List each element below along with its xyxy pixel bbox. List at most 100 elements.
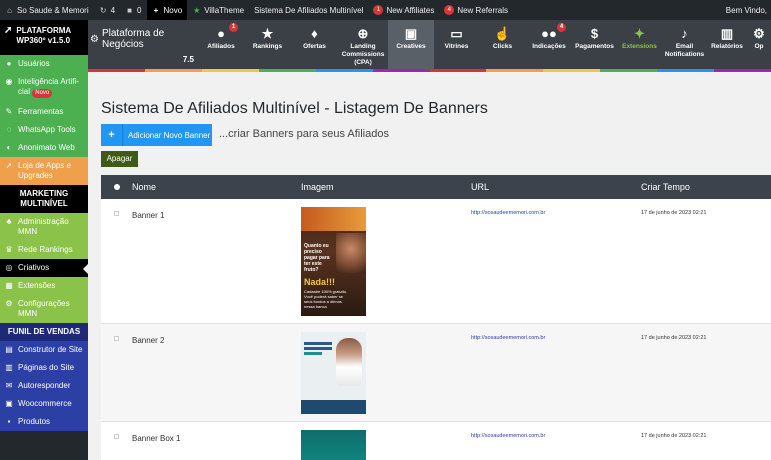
sidebar-item-woocommerce[interactable]: ▣ Woocommerce	[0, 395, 88, 413]
site-name: So Saude & Memori	[17, 5, 89, 15]
banner-name[interactable]: Banner 1	[132, 199, 301, 323]
column-header-name[interactable]: Nome	[132, 182, 301, 192]
add-banner-button[interactable]: + Adicionar Novo Banner	[101, 124, 212, 146]
org-icon: ♣	[6, 217, 12, 226]
sidebar-item-label: Construtor de Site	[18, 345, 83, 354]
column-header-url[interactable]: URL	[471, 182, 641, 192]
tab-label: Landing Commissions (CPA)	[341, 43, 385, 66]
network-link[interactable]: Sistema De Afiliados Multinível	[249, 0, 368, 20]
new-label: Novo	[163, 5, 183, 15]
column-header-time[interactable]: Criar Tempo	[641, 182, 771, 192]
banner-text: Nada!!!	[304, 277, 335, 287]
tab-label: Op	[754, 43, 764, 50]
trophy-icon: ♛	[5, 245, 13, 254]
sidebar-item-label: Autoresponder	[18, 381, 71, 390]
money-icon: $	[590, 26, 599, 41]
comments-count: 0	[137, 5, 142, 15]
woo-icon: ▣	[5, 399, 13, 408]
sidebar-item-label: Páginas do Site	[18, 363, 75, 372]
tab-relatorios[interactable]: ▥ Relatórios	[707, 20, 747, 69]
sidebar-item-paginas[interactable]: ▥ Páginas do Site	[0, 359, 88, 377]
banner-image[interactable]	[301, 332, 366, 414]
sidebar-item-label: WhatsApp Tools	[18, 125, 76, 134]
tab-label: Afiliados	[207, 43, 235, 50]
comments-link[interactable]: ■ 0	[120, 0, 146, 20]
platform-name: Plataforma de Negócios	[101, 28, 165, 50]
tab-vitrines[interactable]: ▭ Vitrines	[434, 20, 479, 69]
sidebar-item-rankings[interactable]: ♛ Rede Rankings	[0, 241, 88, 259]
updates-link[interactable]: ↻ 4	[94, 0, 120, 20]
banner-image[interactable]	[301, 430, 366, 460]
new-content-menu[interactable]: + Novo	[146, 0, 188, 20]
banner-name[interactable]: Banner 2	[132, 324, 301, 421]
tab-email-notifications[interactable]: ♪ Email Notifications	[662, 20, 707, 69]
sidebar-item-label: Extensões	[18, 281, 56, 290]
banner-name[interactable]: Banner Box 1	[132, 422, 301, 460]
tab-afiliados[interactable]: ● Afiliados 1	[198, 20, 244, 69]
new-affiliates-link[interactable]: 1 New Affiliates	[368, 0, 439, 20]
banner-image[interactable]: Quanto eu preciso pagar para ter este fr…	[301, 207, 366, 316]
sidebar-item-label: Usuários	[18, 59, 50, 68]
face-graphic	[336, 233, 366, 273]
tab-extensions[interactable]: ✦ Extensions	[617, 20, 662, 69]
row-checkbox[interactable]	[114, 211, 119, 216]
table-header: Nome Imagem URL Criar Tempo	[101, 175, 771, 199]
banner-url[interactable]: http://sosaudeememori.com.br	[471, 199, 641, 323]
section-funil-heading: FUNIL DE VENDAS	[0, 323, 88, 341]
select-all-checkbox[interactable]	[113, 184, 120, 190]
brand-line2: WP360º v1.5.0	[16, 36, 71, 45]
sidebar-item-label: Produtos	[18, 417, 51, 426]
tab-pagamentos[interactable]: $ Pagamentos	[572, 20, 617, 69]
sidebar-item-whatsapp[interactable]: ◌ WhatsApp Tools	[0, 121, 88, 139]
table-row: Banner 1 Quanto eu preciso pagar para te…	[101, 199, 771, 324]
tab-rankings[interactable]: ★ Rankings	[244, 20, 291, 69]
banner-url[interactable]: http://sosaudeememori.com.br	[471, 324, 641, 421]
gift-icon: ♦	[311, 26, 318, 41]
tab-ofertas[interactable]: ♦ Ofertas	[291, 20, 338, 69]
sidebar-item-extensoes[interactable]: ▦ Extensões	[0, 277, 88, 295]
sidebar-item-autoresponder[interactable]: ✉ Autoresponder	[0, 377, 88, 395]
sidebar-item-label: Criativos	[18, 263, 50, 272]
sidebar-item-criativos[interactable]: ◎ Criativos	[0, 259, 88, 277]
pages-icon: ▥	[5, 363, 13, 372]
rocket-icon: ➚	[5, 161, 13, 170]
tab-label: Clicks	[492, 43, 513, 50]
tab-creatives[interactable]: ▣ Creatives	[388, 20, 434, 69]
module-nav: ⚙ Plataforma de Negócios 7.5 ● Afiliados …	[88, 20, 771, 72]
delete-button[interactable]: Apagar	[101, 151, 138, 167]
sidebar-item-admin-mmn[interactable]: ♣ Administração MMN	[0, 213, 88, 241]
sidebar-item-usuarios[interactable]: ● Usuários	[0, 55, 88, 73]
tab-clicks[interactable]: ☝ Clicks	[479, 20, 526, 69]
tab-label: Rankings	[252, 43, 283, 50]
sidebar-item-construtor[interactable]: ▤ Construtor de Site	[0, 341, 88, 359]
tab-opcoes[interactable]: ⚙ Op	[747, 20, 771, 69]
banner-url[interactable]: http://sosaudeememori.com.br	[471, 422, 641, 460]
sidebar-item-produtos[interactable]: ▪ Produtos	[0, 413, 88, 431]
tab-indicacoes[interactable]: ●● Indicações 4	[526, 20, 572, 69]
platform-brand[interactable]: ⚙ Plataforma de Negócios 7.5	[90, 28, 198, 64]
star-icon: ★	[193, 5, 201, 15]
tab-label: Creatives	[396, 43, 426, 50]
theme-link[interactable]: ★ VillaTheme	[187, 0, 249, 20]
tab-label: Email Notifications	[664, 43, 705, 58]
banner-text: Quanto eu preciso pagar para ter este fr…	[304, 243, 330, 273]
banner-created-time: 17 de junho de 2023 02:21	[641, 433, 707, 439]
sidebar-item-ia[interactable]: ◉ Inteligência Artifi-cial Novo	[0, 73, 88, 103]
sidebar-brand[interactable]: ➚ PLATAFORMA WP360º v1.5.0	[0, 20, 88, 55]
row-checkbox[interactable]	[114, 434, 119, 439]
sidebar-item-anonimato[interactable]: ◐ Anonimato Web	[0, 139, 88, 157]
row-checkbox[interactable]	[114, 336, 119, 341]
site-menu[interactable]: ⌂ So Saude & Memori	[0, 0, 94, 20]
tab-landing-commissions[interactable]: ⊕ Landing Commissions (CPA)	[338, 20, 388, 69]
builder-icon: ▤	[5, 345, 13, 354]
sidebar-item-config-mmn[interactable]: ⚙ Configurações MMN	[0, 295, 88, 323]
new-referrals-link[interactable]: 4 New Referrals	[439, 0, 513, 20]
tab-label: Ofertas	[303, 43, 326, 50]
sidebar-item-ferramentas[interactable]: ✎ Ferramentas	[0, 103, 88, 121]
account-menu[interactable]: Bem Vindo,	[721, 0, 771, 20]
sidebar-item-loja[interactable]: ➚ Loja de Apps e Upgrades	[0, 157, 88, 185]
tab-label: Vitrines	[444, 43, 469, 50]
pointer-icon: ☝	[494, 26, 511, 41]
laptop-icon: ▭	[450, 26, 463, 41]
sidebar-item-label: Woocommerce	[18, 399, 72, 408]
